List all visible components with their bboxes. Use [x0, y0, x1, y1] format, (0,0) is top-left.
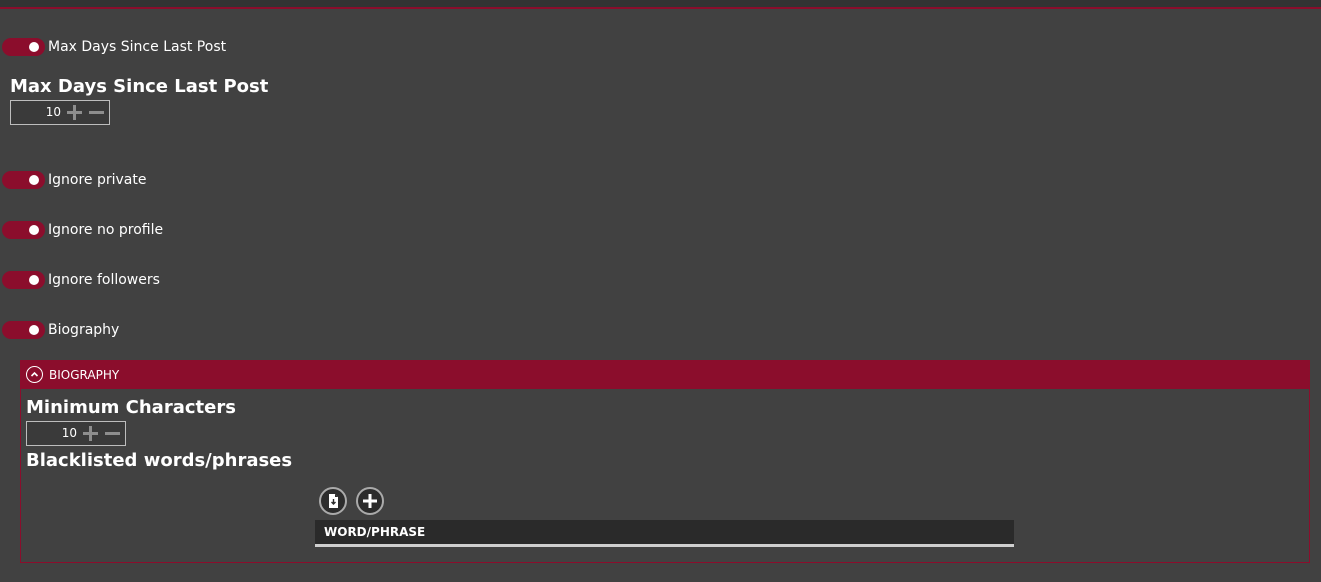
minus-icon[interactable]	[89, 105, 104, 120]
max-days-toggle-label: Max Days Since Last Post	[48, 39, 227, 55]
blacklist-heading: Blacklisted words/phrases	[26, 450, 293, 471]
ignore-private-toggle-label: Ignore private	[48, 172, 147, 188]
add-circle-icon[interactable]	[356, 487, 384, 515]
toggle-knob	[29, 175, 39, 185]
min-chars-stepper[interactable]: 10	[26, 421, 126, 446]
min-chars-value[interactable]: 10	[62, 422, 77, 445]
max-days-heading: Max Days Since Last Post	[10, 76, 269, 97]
ignore-followers-toggle-label: Ignore followers	[48, 272, 160, 288]
plus-icon[interactable]	[67, 105, 82, 120]
min-chars-heading: Minimum Characters	[26, 397, 236, 418]
minus-icon[interactable]	[105, 426, 120, 441]
ignore-no-profile-toggle-label: Ignore no profile	[48, 222, 164, 238]
biography-panel-title: BIOGRAPHY	[49, 368, 120, 382]
import-file-icon[interactable]	[319, 487, 347, 515]
max-days-stepper[interactable]: 10	[10, 100, 110, 125]
toggle-knob	[29, 275, 39, 285]
word-phrase-column-header[interactable]: WORD/PHRASE	[324, 520, 425, 544]
ignore-private-toggle[interactable]	[2, 171, 45, 189]
biography-toggle-label: Biography	[48, 322, 120, 338]
toggle-knob	[29, 42, 39, 52]
max-days-toggle[interactable]	[2, 38, 45, 56]
ignore-followers-toggle[interactable]	[2, 271, 45, 289]
ignore-no-profile-toggle[interactable]	[2, 221, 45, 239]
toggle-knob	[29, 325, 39, 335]
biography-toggle[interactable]	[2, 321, 45, 339]
chevron-up-circle-icon[interactable]	[26, 366, 43, 383]
toggle-knob	[29, 225, 39, 235]
biography-panel-header[interactable]: BIOGRAPHY	[21, 361, 1309, 389]
plus-icon[interactable]	[83, 426, 98, 441]
top-bar	[0, 0, 1321, 9]
blacklist-grid-header: WORD/PHRASE	[315, 520, 1014, 547]
max-days-value[interactable]: 10	[46, 101, 61, 124]
